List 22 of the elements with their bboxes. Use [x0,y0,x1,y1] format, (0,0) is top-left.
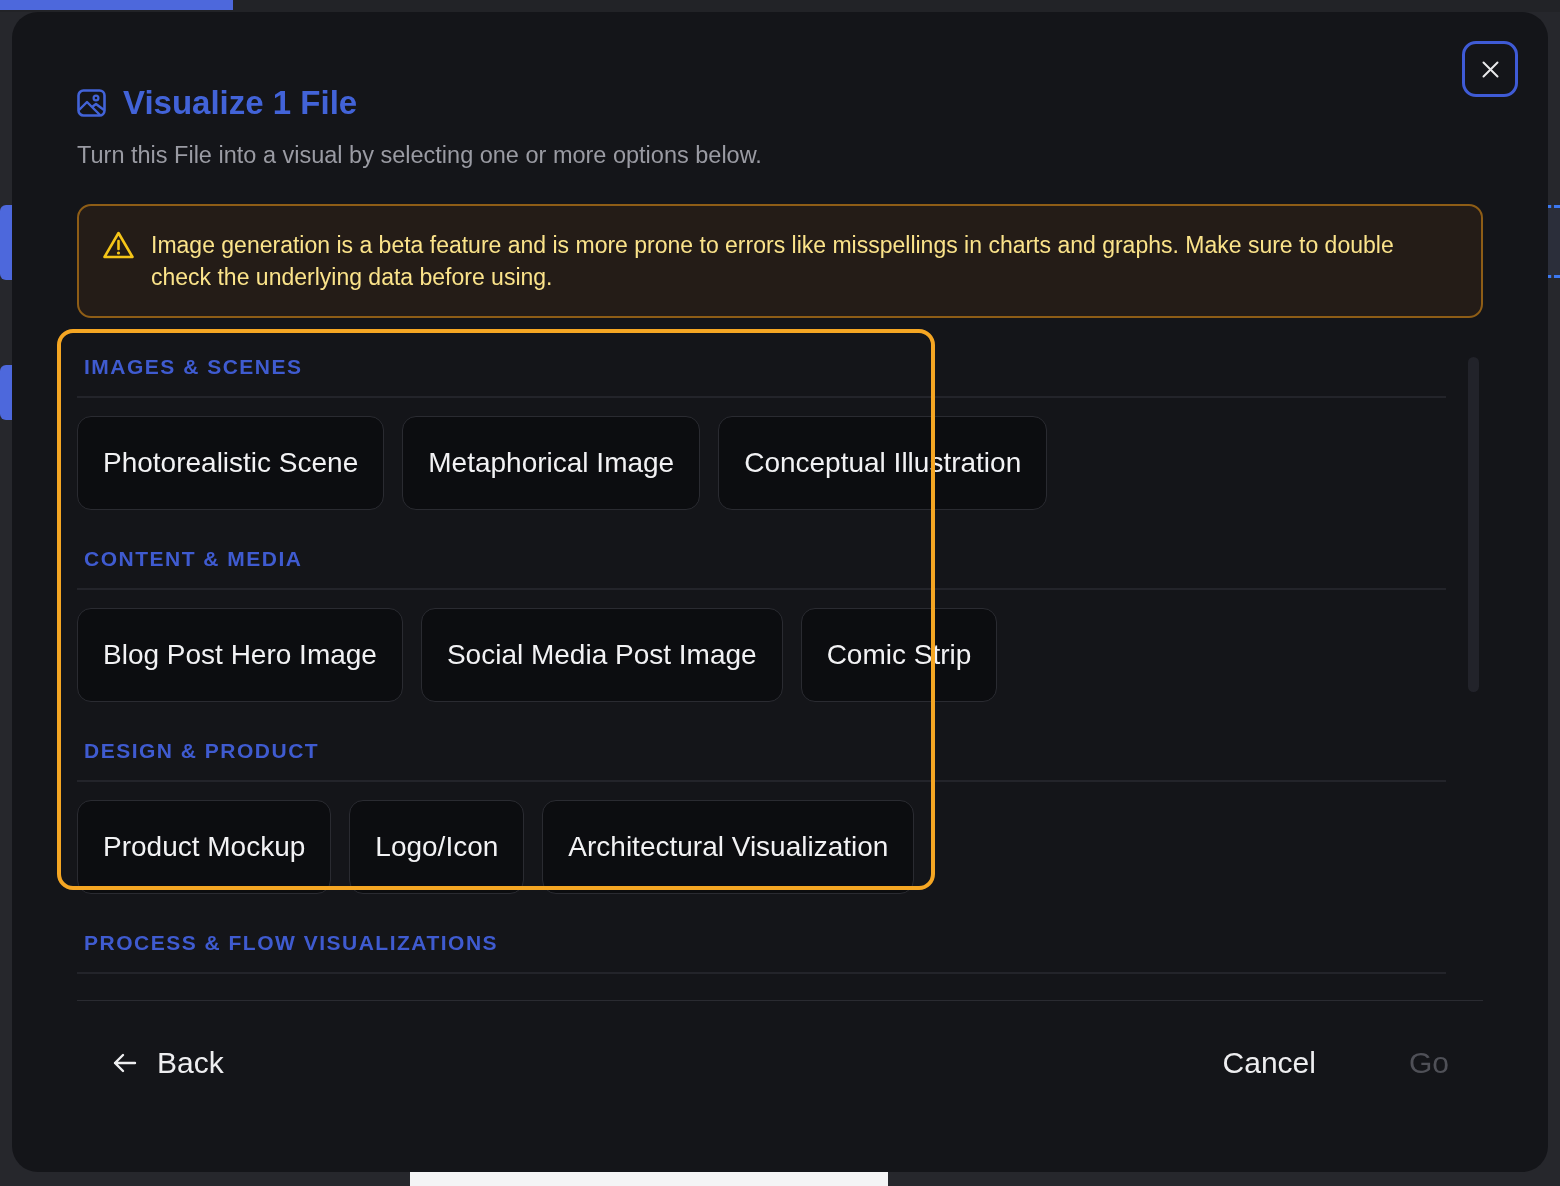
section-heading: CONTENT & MEDIA [84,546,303,572]
dialog-title: Visualize 1 File [123,83,358,123]
image-icon [77,89,106,117]
section-heading: IMAGES & SCENES [84,354,303,380]
option-button[interactable]: Product Mockup [77,800,332,894]
close-button[interactable] [1462,41,1518,97]
option-button[interactable]: Blog Post Hero Image [77,608,403,702]
tab[interactable] [0,0,233,10]
warning-icon [103,231,134,259]
option-button[interactable]: Architectural Visualization [542,800,915,894]
cancel-button[interactable]: Cancel [1188,1042,1350,1083]
back-button[interactable]: Back [77,1042,224,1083]
option-button[interactable]: Social Media Post Image [420,608,783,702]
dialog-subtitle: Turn this File into a visual by selecting one or more options below. [77,141,762,170]
section-heading: PROCESS & FLOW VISUALIZATIONS [84,930,499,956]
option-button[interactable]: Logo/Icon [349,800,525,894]
option-button[interactable]: Metaphorical Image [402,416,701,510]
close-icon [1481,60,1499,78]
warning-text: Image generation is a beta feature and is more prone to errors like misspellings in charts and graphs. Make sure to double check the underlying data before using. [151,231,1395,292]
section-heading: DESIGN & PRODUCT [84,738,320,764]
option-button[interactable]: Photorealistic Scene [77,416,385,510]
arrow-left-icon [113,1052,137,1073]
